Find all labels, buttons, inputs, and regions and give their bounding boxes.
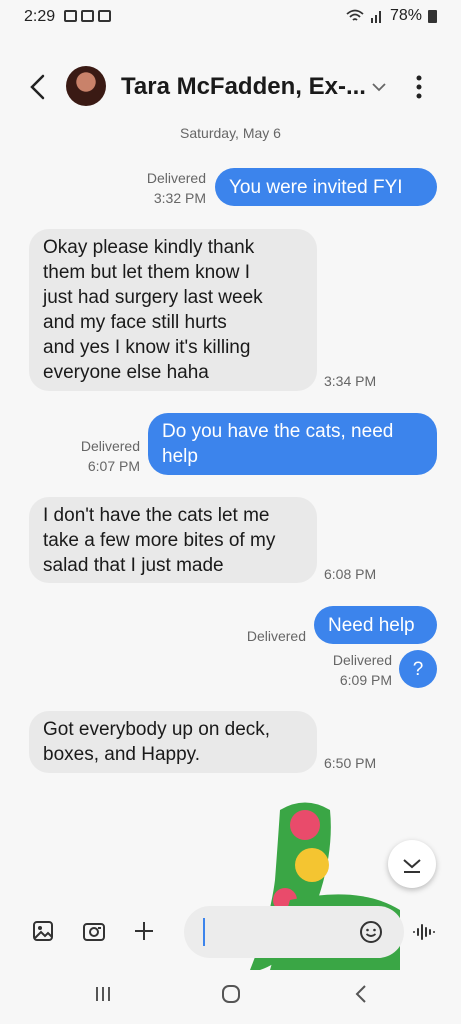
camera-icon[interactable]: [82, 920, 106, 942]
delivery-status: Delivered: [80, 438, 140, 454]
home-icon[interactable]: [221, 984, 241, 1004]
message-line: boxes, and Happy.: [43, 744, 201, 765]
image-icon[interactable]: [32, 920, 54, 942]
scroll-to-bottom-button[interactable]: [388, 840, 436, 888]
message-line: Got everybody up on deck,: [43, 719, 271, 740]
arrow-left-icon[interactable]: [28, 74, 48, 100]
message-time: 6:09 PM: [339, 672, 392, 688]
received-message-bubble[interactable]: I don't have the cats let me take a few …: [29, 497, 317, 583]
delivery-status: Delivered: [146, 170, 206, 186]
chevron-down-icon[interactable]: [371, 81, 387, 93]
message-meta: Delivered 3:32 PM: [130, 168, 206, 208]
message-time: 6:50 PM: [324, 755, 377, 771]
photo-notification-icon: [64, 10, 77, 22]
wifi-icon: [346, 9, 364, 21]
delivery-status: Delivered: [332, 652, 392, 668]
emoji-icon[interactable]: [359, 920, 383, 944]
waveform-icon[interactable]: [412, 920, 436, 944]
message-line: I don't have the cats let me: [43, 505, 270, 526]
avatar[interactable]: [66, 66, 106, 106]
app-notification-icon: [98, 10, 111, 22]
sent-message-bubble[interactable]: ?: [399, 650, 437, 688]
message-time: 3:34 PM: [324, 373, 377, 389]
message-text: ?: [412, 659, 424, 680]
message-time: 6:07 PM: [87, 458, 140, 474]
message-line: Do you have the cats, need: [162, 421, 394, 442]
message-text: You were invited FYI: [229, 177, 403, 198]
received-message-bubble[interactable]: Okay please kindly thank them but let th…: [29, 229, 317, 391]
message-line: and yes I know it's killing: [43, 337, 251, 358]
sent-message-bubble[interactable]: Need help: [314, 606, 437, 644]
message-line: help: [162, 446, 198, 467]
message-text: Need help: [328, 615, 415, 636]
kebab-icon[interactable]: [415, 75, 423, 99]
message-line: everyone else haha: [43, 362, 209, 383]
message-line: them but let them know I: [43, 262, 250, 283]
message-line: and my face still hurts: [43, 312, 227, 333]
date-separator: Saturday, May 6: [180, 125, 281, 141]
status-right: 78%: [346, 7, 437, 25]
message-meta: Delivered 6:09 PM: [310, 650, 392, 690]
delivery-status: Delivered: [246, 628, 306, 644]
nav-back-icon[interactable]: [354, 984, 368, 1004]
message-line: just had surgery last week: [43, 287, 263, 308]
plus-icon[interactable]: [133, 920, 155, 942]
battery-percent: 78%: [389, 7, 422, 24]
text-caret: [203, 918, 205, 946]
status-bar: 2:29 78%: [0, 0, 461, 34]
sent-message-bubble[interactable]: Do you have the cats, need help: [148, 413, 437, 475]
message-line: salad that I just made: [43, 555, 224, 576]
message-line: Okay please kindly thank: [43, 237, 255, 258]
message-meta: Delivered 6:07 PM: [66, 436, 140, 476]
received-message-bubble[interactable]: Got everybody up on deck, boxes, and Hap…: [29, 711, 317, 773]
message-time: 3:32 PM: [153, 190, 206, 206]
signal-icon: [370, 10, 381, 23]
chevron-down-icon: [403, 859, 421, 873]
status-time: 2:29: [24, 8, 56, 25]
message-line: take a few more bites of my: [43, 530, 276, 551]
battery-icon: [428, 9, 437, 23]
mail-notification-icon: [81, 10, 94, 22]
sent-message-bubble[interactable]: You were invited FYI: [215, 168, 437, 206]
recents-icon[interactable]: [93, 984, 113, 1004]
message-time: 6:08 PM: [324, 566, 377, 582]
contact-name[interactable]: Tara McFadden, Ex-...: [121, 73, 366, 101]
notification-icons: [64, 10, 111, 22]
